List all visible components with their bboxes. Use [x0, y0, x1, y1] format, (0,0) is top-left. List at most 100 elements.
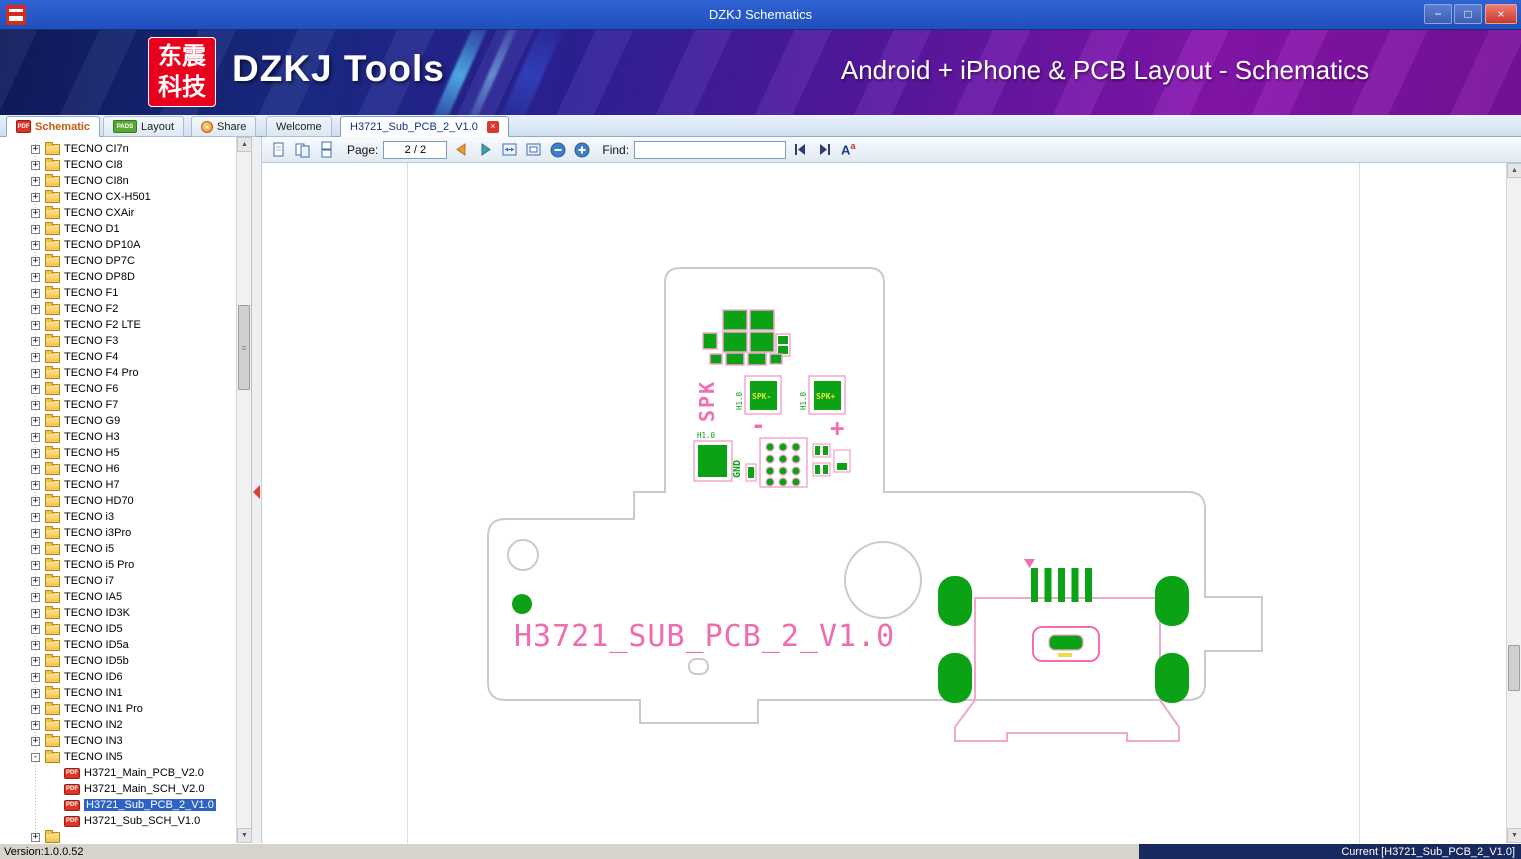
- expand-icon[interactable]: +: [31, 576, 40, 586]
- tree-folder[interactable]: + TECNO ID3K: [0, 605, 237, 621]
- sidebar-scroll-thumb[interactable]: ≡: [238, 305, 250, 390]
- tree-folder[interactable]: + TECNO HD70: [0, 493, 237, 509]
- fit-page-icon[interactable]: [524, 140, 543, 159]
- expand-icon[interactable]: +: [31, 208, 40, 218]
- tree-folder[interactable]: + TECNO IN1: [0, 685, 237, 701]
- tree-folder[interactable]: + TECNO DP10A: [0, 237, 237, 253]
- expand-icon[interactable]: +: [31, 176, 40, 186]
- expand-icon[interactable]: +: [31, 544, 40, 554]
- tree-folder[interactable]: + TECNO F1: [0, 285, 237, 301]
- fit-width-icon[interactable]: [500, 140, 519, 159]
- tree-folder[interactable]: + TECNO i7: [0, 573, 237, 589]
- tree-folder[interactable]: + TECNO F4: [0, 349, 237, 365]
- expand-icon[interactable]: +: [31, 352, 40, 362]
- tree-folder[interactable]: + TECNO i5: [0, 541, 237, 557]
- tree-folder[interactable]: + TECNO CX-H501: [0, 189, 237, 205]
- tree-folder[interactable]: + TECNO ID6: [0, 669, 237, 685]
- collapse-icon[interactable]: -: [31, 752, 40, 762]
- tree-file[interactable]: PDF H3721_Main_PCB_V2.0: [0, 765, 237, 781]
- tree-folder[interactable]: + TECNO F7: [0, 397, 237, 413]
- tree-folder[interactable]: + TECNO CI8: [0, 157, 237, 173]
- tree-folder[interactable]: + TECNO F4 Pro: [0, 365, 237, 381]
- find-previous-icon[interactable]: [791, 140, 810, 159]
- tree-folder[interactable]: + TECNO H6: [0, 461, 237, 477]
- match-case-icon[interactable]: Aa: [841, 141, 855, 157]
- expand-icon[interactable]: +: [31, 832, 40, 842]
- tree-folder[interactable]: + TECNO F2: [0, 301, 237, 317]
- tab-share[interactable]: Share: [191, 116, 257, 137]
- tab-schematic[interactable]: PDF Schematic: [6, 116, 101, 137]
- expand-icon[interactable]: +: [31, 688, 40, 698]
- expand-icon[interactable]: +: [31, 256, 40, 266]
- tree-folder[interactable]: + TECNO CI8n: [0, 173, 237, 189]
- tree-folder[interactable]: + TECNO DP7C: [0, 253, 237, 269]
- previous-page-icon[interactable]: [452, 140, 471, 159]
- find-input[interactable]: [634, 140, 787, 159]
- next-page-icon[interactable]: [476, 140, 495, 159]
- expand-icon[interactable]: +: [31, 528, 40, 538]
- expand-icon[interactable]: +: [31, 192, 40, 202]
- tree-folder[interactable]: + TECNO H7: [0, 477, 237, 493]
- tree-folder[interactable]: + TECNO D1: [0, 221, 237, 237]
- tree-folder[interactable]: +: [0, 829, 237, 843]
- expand-icon[interactable]: +: [31, 672, 40, 682]
- tree-folder[interactable]: + TECNO F3: [0, 333, 237, 349]
- tree-folder[interactable]: + TECNO IN1 Pro: [0, 701, 237, 717]
- expand-icon[interactable]: +: [31, 160, 40, 170]
- expand-icon[interactable]: +: [31, 640, 40, 650]
- tree-folder[interactable]: + TECNO IA5: [0, 589, 237, 605]
- scroll-down-icon[interactable]: ▼: [1507, 828, 1521, 843]
- expand-icon[interactable]: +: [31, 512, 40, 522]
- tree-folder[interactable]: + TECNO G9: [0, 413, 237, 429]
- expand-icon[interactable]: +: [31, 336, 40, 346]
- find-next-icon[interactable]: [815, 140, 834, 159]
- expand-icon[interactable]: +: [31, 304, 40, 314]
- expand-icon[interactable]: +: [31, 432, 40, 442]
- expand-icon[interactable]: +: [31, 224, 40, 234]
- sidebar-scrollbar[interactable]: ▲ ≡ ▼: [236, 137, 252, 843]
- tree-folder[interactable]: + TECNO i5 Pro: [0, 557, 237, 573]
- scroll-up-icon[interactable]: ▲: [237, 137, 252, 152]
- expand-icon[interactable]: +: [31, 560, 40, 570]
- expand-icon[interactable]: +: [31, 480, 40, 490]
- tab-welcome[interactable]: Welcome: [266, 116, 332, 137]
- expand-icon[interactable]: +: [31, 704, 40, 714]
- page-input[interactable]: [383, 140, 448, 159]
- canvas-scroll-thumb[interactable]: [1508, 645, 1520, 691]
- tree-folder[interactable]: - TECNO IN5: [0, 749, 237, 765]
- tree-folder[interactable]: + TECNO i3: [0, 509, 237, 525]
- tree-folder[interactable]: + TECNO IN3: [0, 733, 237, 749]
- maximize-button[interactable]: □: [1454, 4, 1482, 24]
- minimize-button[interactable]: −: [1424, 4, 1452, 24]
- expand-icon[interactable]: +: [31, 368, 40, 378]
- folder-tree[interactable]: + TECNO CI7n + TECNO CI8 + TECNO CI8n + TECNO C…: [0, 141, 237, 843]
- tree-folder[interactable]: + TECNO ID5: [0, 621, 237, 637]
- expand-icon[interactable]: +: [31, 400, 40, 410]
- page-layout-single-icon[interactable]: [269, 140, 288, 159]
- expand-icon[interactable]: +: [31, 656, 40, 666]
- page-layout-facing-icon[interactable]: [293, 140, 312, 159]
- tree-folder[interactable]: + TECNO F2 LTE: [0, 317, 237, 333]
- expand-icon[interactable]: +: [31, 320, 40, 330]
- tab-document-active[interactable]: H3721_Sub_PCB_2_V1.0 ×: [340, 116, 509, 137]
- tree-folder[interactable]: + TECNO H5: [0, 445, 237, 461]
- expand-icon[interactable]: +: [31, 720, 40, 730]
- tree-folder[interactable]: + TECNO ID5a: [0, 637, 237, 653]
- tree-folder[interactable]: + TECNO DP8D: [0, 269, 237, 285]
- zoom-in-icon[interactable]: [572, 140, 591, 159]
- tab-layout[interactable]: PADS Layout: [103, 116, 185, 137]
- tree-folder[interactable]: + TECNO CI7n: [0, 141, 237, 157]
- expand-icon[interactable]: +: [31, 496, 40, 506]
- expand-icon[interactable]: +: [31, 736, 40, 746]
- expand-icon[interactable]: +: [31, 384, 40, 394]
- tree-folder[interactable]: + TECNO i3Pro: [0, 525, 237, 541]
- expand-icon[interactable]: +: [31, 624, 40, 634]
- expand-icon[interactable]: +: [31, 272, 40, 282]
- sidebar-splitter[interactable]: [252, 137, 262, 843]
- expand-icon[interactable]: +: [31, 592, 40, 602]
- expand-icon[interactable]: +: [31, 416, 40, 426]
- tree-folder[interactable]: + TECNO IN2: [0, 717, 237, 733]
- tree-folder[interactable]: + TECNO CXAir: [0, 205, 237, 221]
- collapse-sidebar-icon[interactable]: [253, 485, 260, 499]
- expand-icon[interactable]: +: [31, 240, 40, 250]
